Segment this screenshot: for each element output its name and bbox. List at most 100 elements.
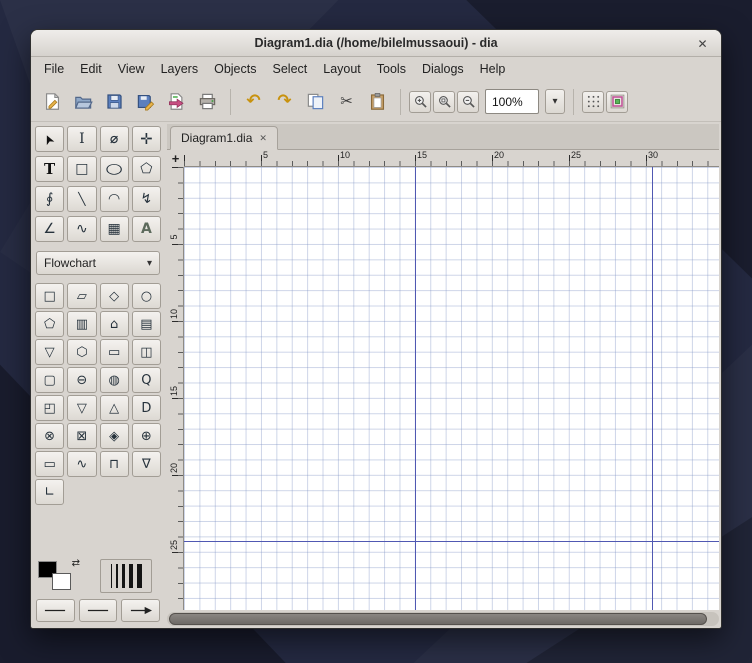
- menu-item-select[interactable]: Select: [265, 57, 316, 82]
- tab-diagram1[interactable]: Diagram1.dia ✕: [170, 126, 278, 150]
- shape-process[interactable]: □: [35, 283, 65, 309]
- sheet-selector[interactable]: Flowchart ▾: [36, 251, 160, 275]
- tool-polygon[interactable]: ⬠: [131, 156, 161, 182]
- save-as-button[interactable]: [131, 87, 160, 116]
- menu-item-help[interactable]: Help: [472, 57, 514, 82]
- tool-line[interactable]: ╲: [67, 186, 97, 212]
- shape-document[interactable]: ▤: [131, 311, 161, 337]
- shape-manual-operation[interactable]: ▽: [35, 339, 65, 365]
- tool-textedit[interactable]: I: [67, 126, 97, 152]
- copy-button[interactable]: [301, 87, 330, 116]
- swap-colors-icon[interactable]: ⇄: [72, 558, 80, 569]
- menu-item-dialogs[interactable]: Dialogs: [414, 57, 472, 82]
- shape-predefined-process[interactable]: ◫: [131, 339, 161, 365]
- shape-off-page-connector[interactable]: ⌂: [99, 311, 129, 337]
- shape-or[interactable]: ⊕: [131, 423, 161, 449]
- vruler[interactable]: 5 10 15 20 25: [167, 167, 184, 610]
- zoom-in-button[interactable]: [409, 90, 431, 113]
- shape-extract[interactable]: △: [99, 395, 129, 421]
- paste-button[interactable]: [363, 87, 392, 116]
- shape-terminal[interactable]: ▢: [35, 367, 65, 393]
- chevron-down-icon: ▾: [146, 257, 152, 269]
- ruler-origin[interactable]: +: [167, 150, 184, 167]
- shape-delay[interactable]: D: [131, 395, 161, 421]
- line-style-button[interactable]: [78, 599, 118, 622]
- shape-magnetic-tape[interactable]: Q: [131, 367, 161, 393]
- shape-offline-storage[interactable]: ∇: [131, 451, 161, 477]
- save-button[interactable]: [100, 87, 129, 116]
- tool-bezierline[interactable]: ∿: [67, 216, 97, 242]
- menu-item-layout[interactable]: Layout: [315, 57, 369, 82]
- tab-close-icon[interactable]: ✕: [259, 133, 267, 144]
- tool-text[interactable]: T: [35, 156, 65, 182]
- tool-modify[interactable]: ➤: [35, 126, 65, 152]
- h-scrollbar[interactable]: [167, 612, 719, 626]
- shape-data-source[interactable]: ∟: [35, 479, 65, 505]
- zoom-out-button[interactable]: [457, 90, 479, 113]
- tool-ellipse[interactable]: ○: [99, 156, 129, 182]
- color-selector[interactable]: ⇄: [36, 558, 92, 594]
- shape-card[interactable]: ▭: [99, 339, 129, 365]
- tool-magnify[interactable]: ⌀: [99, 126, 129, 152]
- modify-tool-icon: ➤: [40, 130, 59, 148]
- undo-button[interactable]: ↶: [239, 87, 268, 116]
- tool-polyline[interactable]: ∠: [35, 216, 65, 242]
- shape-punched-tape[interactable]: ∿: [67, 451, 97, 477]
- tool-image[interactable]: ▦: [99, 216, 129, 242]
- shape-preparation[interactable]: ⬡: [67, 339, 97, 365]
- shape-transmittal-tape[interactable]: ⊓: [99, 451, 129, 477]
- shape-summing-junction[interactable]: ⊗: [35, 423, 65, 449]
- shape-connector[interactable]: ○: [131, 283, 161, 309]
- tool-arc[interactable]: ◠: [99, 186, 129, 212]
- menu-item-view[interactable]: View: [110, 57, 153, 82]
- close-button[interactable]: ✕: [693, 34, 712, 53]
- grid-snap-toggle[interactable]: [582, 90, 604, 113]
- shape-sort[interactable]: ◈: [99, 423, 129, 449]
- print-button[interactable]: [193, 87, 222, 116]
- shape-internal-storage[interactable]: ◰: [35, 395, 65, 421]
- magnetic-drum-shape-icon: ◍: [108, 372, 120, 388]
- shape-parallelogram[interactable]: ▱: [67, 283, 97, 309]
- diagram-canvas[interactable]: [184, 167, 719, 610]
- shape-magnetic-drum[interactable]: ◍: [99, 367, 129, 393]
- menu-item-edit[interactable]: Edit: [72, 57, 110, 82]
- hruler-number: 10: [340, 150, 351, 160]
- hruler-number: 30: [648, 150, 659, 160]
- titlebar[interactable]: Diagram1.dia (/home/bilelmussaoui) - dia…: [31, 30, 721, 57]
- tool-outline[interactable]: A: [131, 216, 161, 242]
- shape-decision[interactable]: ◇: [99, 283, 129, 309]
- end-arrow-button[interactable]: [121, 599, 161, 622]
- shape-magnetic-disk[interactable]: ⊖: [67, 367, 97, 393]
- export-button[interactable]: [162, 87, 191, 116]
- shape-punched-card[interactable]: ▭: [35, 451, 65, 477]
- outline-tool-icon: A: [140, 221, 152, 237]
- zoom-input[interactable]: [485, 89, 539, 114]
- shape-transaction-file[interactable]: ▥: [67, 311, 97, 337]
- menu-item-tools[interactable]: Tools: [369, 57, 414, 82]
- tool-box[interactable]: □: [67, 156, 97, 182]
- window-title: Diagram1.dia (/home/bilelmussaoui) - dia: [254, 36, 498, 50]
- background-swatch[interactable]: [52, 573, 71, 590]
- shape-display[interactable]: ⬠: [35, 311, 65, 337]
- line-width-selector[interactable]: [100, 559, 152, 593]
- menu-item-objects[interactable]: Objects: [206, 57, 264, 82]
- line-width-bar: [115, 564, 118, 588]
- h-scrollbar-thumb[interactable]: [169, 613, 707, 625]
- tool-zigzagline[interactable]: ↯: [131, 186, 161, 212]
- snap-to-objects-toggle[interactable]: [606, 90, 628, 113]
- hruler[interactable]: 5 10 15 20 25 30: [184, 150, 719, 167]
- begin-arrow-button[interactable]: [36, 599, 75, 622]
- summing-junction-shape-icon: ⊗: [44, 428, 56, 444]
- menu-item-file[interactable]: File: [36, 57, 72, 82]
- tool-beziergon[interactable]: ∮: [35, 186, 65, 212]
- shape-merge[interactable]: ▽: [67, 395, 97, 421]
- open-button[interactable]: [69, 87, 98, 116]
- new-diagram-button[interactable]: [38, 87, 67, 116]
- cut-button[interactable]: ✂: [332, 87, 361, 116]
- redo-button[interactable]: ↷: [270, 87, 299, 116]
- zoom-fit-button[interactable]: [433, 90, 455, 113]
- tool-scroll[interactable]: ✛: [131, 126, 161, 152]
- menu-item-layers[interactable]: Layers: [153, 57, 207, 82]
- zoom-dropdown-button[interactable]: ▾: [545, 89, 565, 114]
- shape-collate[interactable]: ⊠: [67, 423, 97, 449]
